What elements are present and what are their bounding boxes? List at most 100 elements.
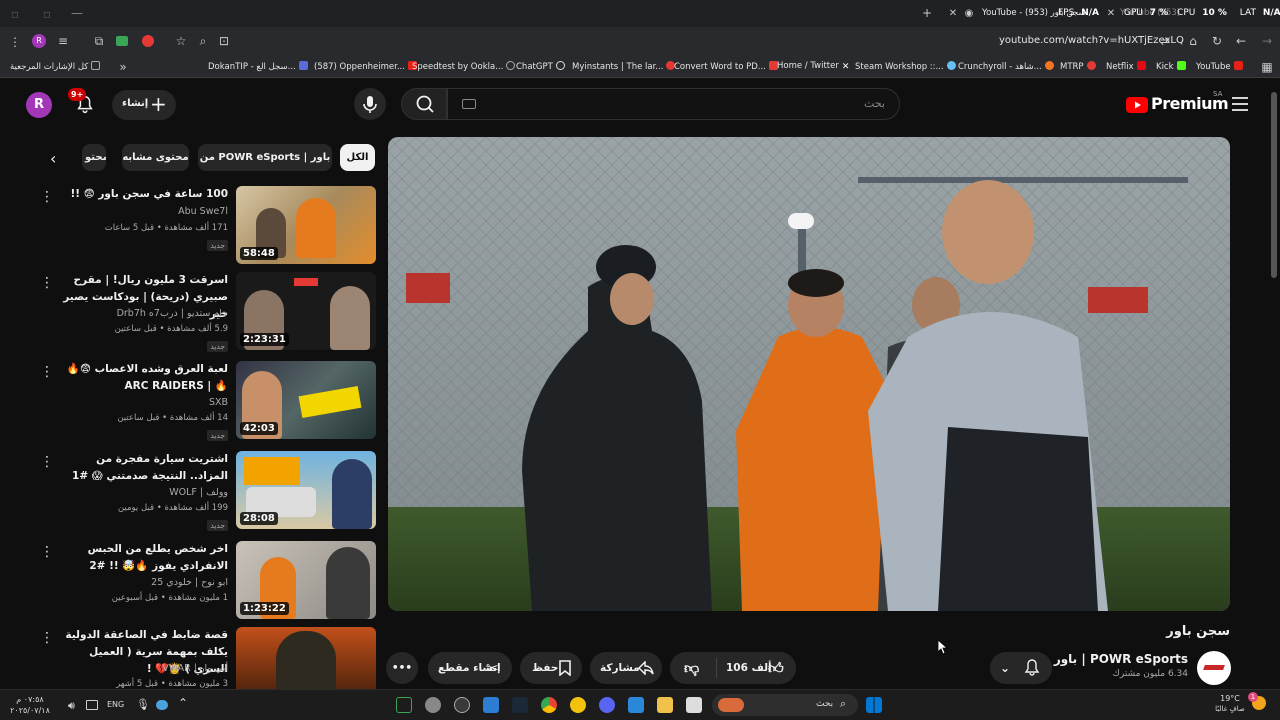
chevron-up-icon[interactable]: ⌃ <box>178 696 188 710</box>
video-title[interactable]: اشتريت سيارة مفجرة من المزاد.. النتيجة ص… <box>58 451 228 485</box>
taskbar-app-obs[interactable] <box>454 697 470 713</box>
more-options-icon[interactable]: ⋮ <box>40 455 54 469</box>
close-icon[interactable]: ✕ <box>946 7 960 21</box>
bookmark-chatgpt[interactable]: ChatGPT <box>516 61 565 72</box>
bookmarks-grid-icon[interactable]: ▦ <box>1260 60 1274 74</box>
voice-search-button[interactable] <box>354 88 386 120</box>
taskbar-app-chrome[interactable] <box>541 697 557 713</box>
chip-from-channel[interactable]: من POWR eSports | باور <box>198 144 332 171</box>
onedrive-icon[interactable] <box>156 700 168 710</box>
video-title[interactable]: لعبة العرق وشده الاعصاب 😨🔥🔥 | ARC RAIDER… <box>58 361 228 395</box>
extensions-icon[interactable]: ≡ <box>56 34 70 48</box>
bookmark-dokantip[interactable]: DokanTIP - سجل الع... <box>208 61 308 72</box>
language-indicator[interactable]: ENG <box>107 700 124 709</box>
dislike-button[interactable]: 👎︎ <box>684 652 699 684</box>
extension-icon[interactable] <box>116 36 128 46</box>
list-item[interactable]: ⋮ اخر شخص يطلع من الحبس الانفرادي يفوز 🔥… <box>30 541 376 621</box>
taskbar-app-store[interactable] <box>628 697 644 713</box>
channel-name[interactable]: وولف | WOLF <box>58 487 228 498</box>
more-options-icon[interactable]: ⋮ <box>40 190 54 204</box>
list-item[interactable]: ⋮ قصة ضابط في الصاعقة الدولية يكلف بمهمة… <box>30 627 376 689</box>
list-item[interactable]: ⋮ 100 ساعة في سجن باور 😨 !! Abu Swe7l 17… <box>30 186 376 266</box>
more-options-icon[interactable]: ⋮ <box>40 545 54 559</box>
save-button[interactable]: حفظ <box>520 652 582 684</box>
taskbar-app-terminal[interactable] <box>396 697 412 713</box>
page-scrollbar[interactable] <box>1271 92 1277 278</box>
video-title[interactable]: 100 ساعة في سجن باور 😨 !! <box>58 186 228 203</box>
address-bar[interactable]: youtube.com/watch?v=hUXTjEzexLQ <box>999 35 1184 46</box>
more-options-icon[interactable]: ⋮ <box>40 365 54 379</box>
notifications-button[interactable]: 9+ <box>68 88 96 116</box>
search-input[interactable]: بحث <box>447 88 900 120</box>
video-player[interactable] <box>388 137 1230 611</box>
taskbar-app-chrome-profile[interactable] <box>570 697 586 713</box>
channel-name[interactable]: أبي وار | VWAR <box>58 663 228 674</box>
hamburger-menu[interactable] <box>1232 97 1248 111</box>
thumbnail[interactable]: 28:08 <box>236 451 376 529</box>
taskbar-app-discord[interactable] <box>599 697 615 713</box>
bookmark-mtrp[interactable]: MTRP <box>1060 61 1096 72</box>
zoom-icon[interactable]: ⌕ <box>196 34 210 48</box>
list-item[interactable]: ⋮ اسرقت 3 مليون ريال! | مقرح صبيري (دريح… <box>30 272 376 352</box>
more-options-icon[interactable]: ⋮ <box>40 276 54 290</box>
site-settings-icon[interactable]: ⇌ <box>1158 34 1172 48</box>
subscribed-button[interactable]: ⌄ <box>990 652 1052 684</box>
back-icon[interactable]: ← <box>1234 34 1248 48</box>
avatar[interactable]: R <box>26 92 52 118</box>
like-count[interactable]: 106 ألف <box>726 652 772 684</box>
video-title[interactable]: اخر شخص يطلع من الحبس الانفرادي يفوز 🔥🤯 … <box>58 541 228 575</box>
bookmark-netflix[interactable]: Netflix <box>1106 61 1146 72</box>
share-button[interactable]: مشاركة <box>590 652 662 684</box>
bookmark-youtube[interactable]: YouTube <box>1196 61 1243 72</box>
bookmark-convert[interactable]: Convert Word to PD... <box>674 61 778 72</box>
keyboard-icon[interactable] <box>462 99 476 109</box>
puzzle-icon[interactable]: ⧉ <box>92 34 106 48</box>
chip-related[interactable]: محتوى مشابه <box>122 144 189 171</box>
bookmark-twitter[interactable]: Home / Twitter ✕ <box>777 61 849 72</box>
bookmark-speedtest[interactable]: Speedtest by Ookla... <box>412 61 516 72</box>
channel-avatar[interactable] <box>1197 651 1231 685</box>
bookmark-steam[interactable]: Steam Workshop ::... <box>855 61 956 72</box>
more-options-icon[interactable]: ⋮ <box>40 631 54 645</box>
weather-widget[interactable]: 19°C صافٍ غالبًا <box>1212 693 1248 715</box>
bookmark-crunchyroll[interactable]: Crunchyroll - شاهد... <box>958 61 1054 72</box>
list-item[interactable]: ⋮ اشتريت سيارة مفجرة من المزاد.. النتيجة… <box>30 451 376 531</box>
thumbnail[interactable]: 1:23:22 <box>236 541 376 619</box>
clock[interactable]: ٠٧:٥٨ م ٢٠٢٥/٠٧/١٨ <box>4 694 56 716</box>
chevron-icon[interactable]: » <box>116 60 130 74</box>
windows-start-icon[interactable] <box>866 697 882 713</box>
thumbnail[interactable]: 2:23:31 <box>236 272 376 350</box>
profile-icon[interactable]: R <box>32 34 46 48</box>
thumbnail[interactable]: 58:48 <box>236 186 376 264</box>
like-button[interactable]: 👍︎ <box>768 652 784 684</box>
install-icon[interactable]: ⊡ <box>217 34 231 48</box>
new-tab-icon[interactable]: + <box>920 6 934 20</box>
mic-icon[interactable]: 🎙︎ <box>136 698 150 711</box>
clip-button[interactable]: إنشاء مقطع ✂ <box>428 652 512 684</box>
create-button[interactable]: إنشاء + <box>112 90 176 120</box>
star-icon[interactable]: ☆ <box>174 34 188 48</box>
volume-icon[interactable]: 🔊︎ <box>68 699 75 713</box>
bookmark-myinstants[interactable]: Myinstants | The lar... <box>572 61 676 72</box>
network-icon[interactable] <box>86 700 98 710</box>
channel-name[interactable]: SXB <box>58 397 228 408</box>
minimize-icon[interactable]: — <box>70 6 84 20</box>
taskbar-app-edge[interactable] <box>483 697 499 713</box>
chip-all[interactable]: الكل <box>340 144 375 171</box>
bookmark-kick[interactable]: Kick <box>1156 61 1186 72</box>
thumbnail[interactable] <box>236 627 376 689</box>
menu-dots-icon[interactable]: ⋮ <box>8 35 22 49</box>
extension-icon[interactable] <box>142 35 154 47</box>
taskbar-app-steam[interactable] <box>512 697 528 713</box>
channel-name[interactable]: ابو نوح | خلودي 25 <box>58 577 228 588</box>
home-icon[interactable]: ⌂ <box>1186 34 1200 48</box>
bookmark-oppenheimer[interactable]: (587) Oppenheimer... <box>314 61 417 72</box>
taskbar-search[interactable]: بحث ⌕ <box>712 694 858 716</box>
search-button[interactable] <box>401 88 447 120</box>
taskbar-app-settings[interactable] <box>425 697 441 713</box>
taskbar-app-explorer[interactable] <box>657 697 673 713</box>
thumbnail[interactable]: 42:03 <box>236 361 376 439</box>
forward-icon[interactable]: → <box>1260 34 1274 48</box>
chevron-left-icon[interactable]: ‹ <box>50 149 56 168</box>
channel-name[interactable]: POWR eSports | باور <box>1054 652 1188 666</box>
